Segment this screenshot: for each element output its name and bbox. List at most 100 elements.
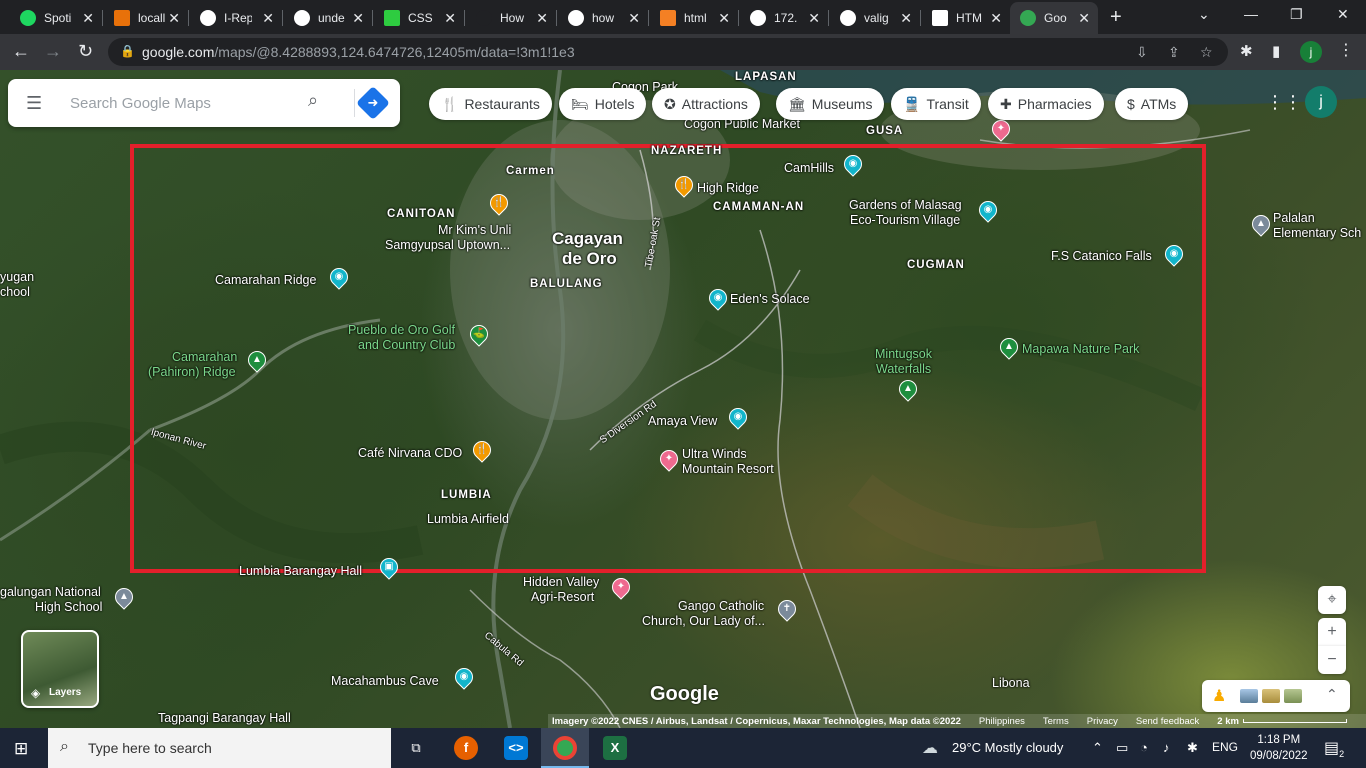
close-icon[interactable]: ✕: [808, 10, 820, 27]
directions-button[interactable]: ➜: [356, 86, 390, 120]
browser-menu-icon[interactable]: ⋮: [1338, 40, 1354, 60]
place-label[interactable]: LAPASAN: [735, 70, 797, 85]
forward-button[interactable]: →: [44, 41, 62, 62]
excel-icon[interactable]: X: [603, 736, 627, 760]
place-label[interactable]: CANITOAN: [387, 207, 455, 222]
close-icon[interactable]: ✕: [1078, 10, 1090, 27]
place-label[interactable]: galungan National: [0, 585, 101, 600]
network-icon[interactable]: ▭: [1116, 740, 1128, 756]
place-label[interactable]: Ultra Winds: [682, 447, 747, 462]
place-label[interactable]: Mintugsok: [875, 347, 932, 362]
place-label[interactable]: Mr Kim's Unli: [438, 223, 511, 238]
task-view-icon[interactable]: ⧉: [404, 736, 428, 760]
tab-htm[interactable]: HTM ✕: [922, 2, 1010, 34]
place-label[interactable]: Amaya View: [648, 414, 717, 429]
chevron-up-icon[interactable]: ⌃: [1092, 740, 1103, 756]
place-label[interactable]: Palalan: [1273, 211, 1315, 226]
tab-css[interactable]: CSS t ✕: [374, 2, 464, 34]
extensions-icon[interactable]: ✱: [1240, 42, 1253, 60]
search-input[interactable]: [70, 91, 300, 115]
notifications-icon[interactable]: ▤2: [1324, 738, 1344, 759]
bookmark-star-icon[interactable]: ☆: [1200, 44, 1213, 61]
send-feedback-link[interactable]: Send feedback: [1136, 716, 1199, 727]
tab-search-icon[interactable]: ⌄: [1198, 6, 1210, 23]
place-label[interactable]: LUMBIA: [441, 488, 492, 503]
tab-localhost[interactable]: locall ✕: [104, 2, 188, 34]
chip-attractions[interactable]: ✪ Attractions: [652, 88, 760, 120]
city-label[interactable]: de Oro: [562, 249, 617, 269]
chip-atms[interactable]: $ ATMs: [1115, 88, 1189, 120]
side-panel-icon[interactable]: ▮: [1272, 42, 1280, 60]
place-label[interactable]: CAMAMAN-AN: [713, 200, 804, 215]
place-label[interactable]: Café Nirvana CDO: [358, 446, 462, 461]
zoom-in-button[interactable]: +: [1318, 618, 1346, 646]
place-label[interactable]: Gango Catholic: [678, 599, 764, 614]
place-label[interactable]: CUGMAN: [907, 258, 965, 273]
chip-restaurants[interactable]: 🍴 Restaurants: [429, 88, 552, 120]
place-label[interactable]: (Pahiron) Ridge: [148, 365, 236, 380]
imagery-thumb-icon[interactable]: [1240, 689, 1258, 703]
layers-button[interactable]: ◈ Layers: [21, 630, 99, 708]
place-label[interactable]: Waterfalls: [876, 362, 931, 377]
place-label[interactable]: Hidden Valley: [523, 575, 599, 590]
chip-hotels[interactable]: 🛏 Hotels: [559, 88, 647, 120]
menu-icon[interactable]: ☰: [26, 93, 42, 114]
close-icon[interactable]: ✕: [444, 10, 456, 27]
place-label[interactable]: Agri-Resort: [531, 590, 594, 605]
place-label[interactable]: High School: [35, 600, 102, 615]
windows-start-icon[interactable]: ⊞: [14, 739, 28, 759]
chip-transit[interactable]: 🚆 Transit: [891, 88, 981, 120]
scale-bar[interactable]: [1242, 719, 1347, 723]
place-label[interactable]: CamHills: [784, 161, 834, 176]
close-icon[interactable]: ✕: [352, 10, 364, 27]
clock[interactable]: 1:18 PM 09/08/2022: [1250, 732, 1308, 764]
scale-label[interactable]: 2 km: [1217, 716, 1239, 727]
volume-icon[interactable]: ♪: [1163, 740, 1170, 755]
place-label[interactable]: Lumbia Barangay Hall: [239, 564, 362, 579]
tab-how-1[interactable]: How ✕: [466, 2, 556, 34]
tab-i-rep[interactable]: I-Rep ✕: [190, 2, 282, 34]
tab-how-2[interactable]: how ✕: [558, 2, 648, 34]
restore-button[interactable]: ❐: [1290, 6, 1303, 23]
place-label[interactable]: Macahambus Cave: [331, 674, 439, 689]
place-label[interactable]: Eden's Solace: [730, 292, 810, 307]
place-label[interactable]: High Ridge: [697, 181, 759, 196]
close-window-button[interactable]: ✕: [1337, 6, 1349, 23]
terms-link[interactable]: Terms: [1043, 716, 1069, 727]
city-label[interactable]: Cagayan: [552, 229, 623, 249]
imagery-thumb-icon[interactable]: [1262, 689, 1280, 703]
minimize-button[interactable]: —: [1244, 6, 1258, 22]
tab-google-maps[interactable]: Goo ✕: [1010, 2, 1098, 34]
place-label[interactable]: Mapawa Nature Park: [1022, 342, 1139, 357]
chip-museums[interactable]: 🏛 Museums: [776, 88, 885, 120]
place-label[interactable]: Camarahan Ridge: [215, 273, 316, 288]
chip-pharmacies[interactable]: ✚ Pharmacies: [988, 88, 1104, 120]
place-label[interactable]: Samgyupsal Uptown...: [385, 238, 510, 253]
vscode-icon[interactable]: <>: [504, 736, 528, 760]
place-label[interactable]: Lumbia Airfield: [427, 512, 509, 527]
place-label[interactable]: yugan: [0, 270, 34, 285]
back-button[interactable]: ←: [12, 41, 30, 62]
place-label[interactable]: GUSA: [866, 124, 903, 139]
language-indicator[interactable]: ENG: [1212, 740, 1238, 754]
place-label[interactable]: Libona: [992, 676, 1030, 691]
place-label[interactable]: Tagpangi Barangay Hall: [158, 711, 291, 726]
place-label[interactable]: and Country Club: [358, 338, 455, 353]
account-avatar[interactable]: j: [1305, 86, 1337, 118]
place-label[interactable]: Elementary Sch: [1273, 226, 1361, 241]
weather-text[interactable]: 29°C Mostly cloudy: [952, 740, 1063, 755]
place-label[interactable]: Eco-Tourism Village: [850, 213, 960, 228]
place-label[interactable]: Camarahan: [172, 350, 237, 365]
close-icon[interactable]: ✕: [718, 10, 730, 27]
place-label[interactable]: chool: [0, 285, 30, 300]
place-label[interactable]: Church, Our Lady of...: [642, 614, 765, 629]
tab-google-search-1[interactable]: unde ✕: [284, 2, 372, 34]
close-icon[interactable]: ✕: [900, 10, 912, 27]
address-bar[interactable]: 🔒 google.com/maps/@8.4288893,124.6474726…: [108, 38, 1228, 66]
close-icon[interactable]: ✕: [168, 10, 180, 27]
search-icon[interactable]: ⌕: [308, 90, 318, 111]
place-label[interactable]: NAZARETH: [651, 144, 722, 159]
imagery-thumb-icon[interactable]: [1284, 689, 1302, 703]
country-link[interactable]: Philippines: [979, 716, 1025, 727]
zoom-out-button[interactable]: −: [1318, 646, 1346, 674]
